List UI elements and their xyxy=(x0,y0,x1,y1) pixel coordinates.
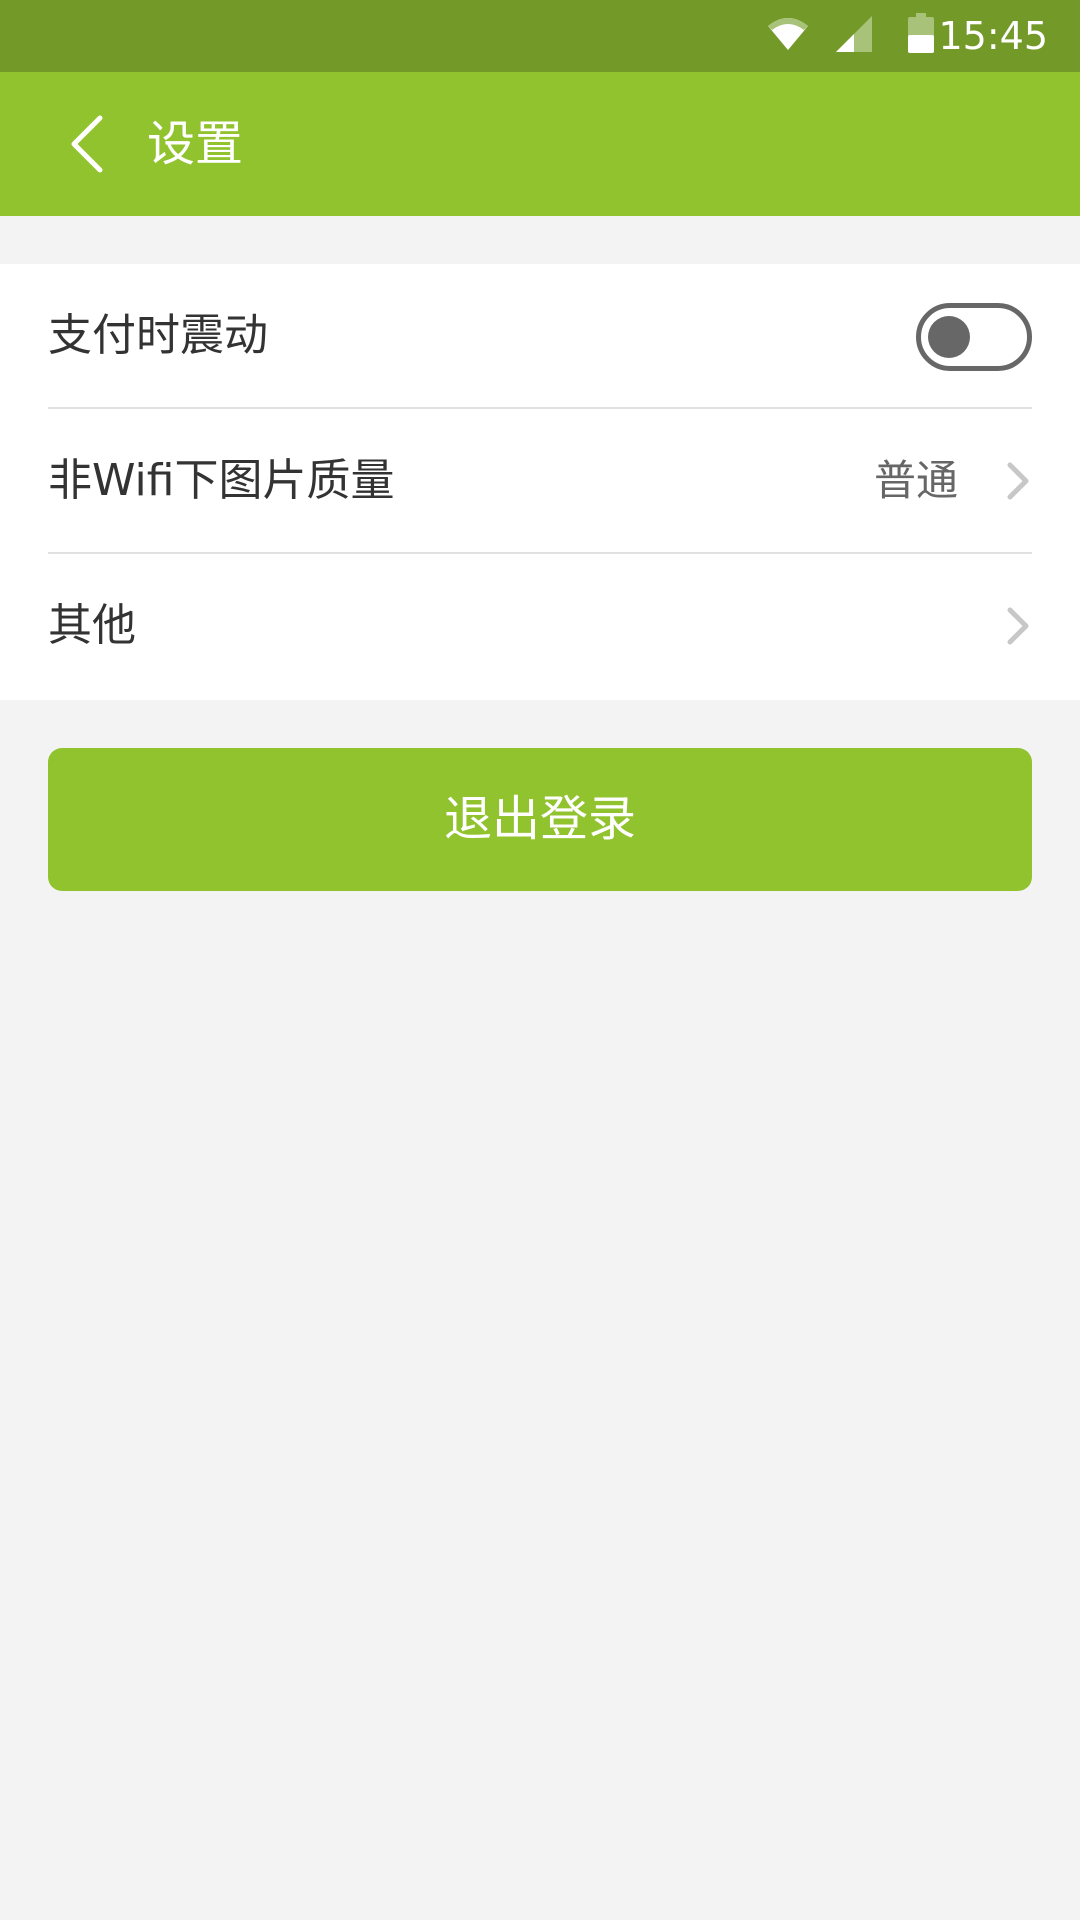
chevron-right-icon xyxy=(1007,462,1029,500)
status-bar: 15:45 xyxy=(0,0,1080,72)
setting-label: 支付时震动 xyxy=(48,310,268,361)
setting-vibrate-on-pay[interactable]: 支付时震动 xyxy=(48,264,1032,408)
setting-label: 非Wifi下图片质量 xyxy=(48,455,395,506)
app-bar: 设置 xyxy=(0,72,1080,216)
logout-button[interactable]: 退出登录 xyxy=(48,748,1032,891)
status-time: 15:45 xyxy=(938,14,1048,58)
chevron-right-icon xyxy=(1007,607,1029,645)
vibrate-toggle[interactable] xyxy=(916,303,1032,371)
wifi-icon xyxy=(768,18,808,50)
settings-list: 支付时震动 非Wifi下图片质量 普通 其他 xyxy=(0,264,1080,700)
toggle-knob xyxy=(928,316,970,358)
setting-image-quality[interactable]: 非Wifi下图片质量 普通 xyxy=(48,409,1032,553)
back-arrow-icon[interactable] xyxy=(60,114,120,174)
setting-label: 其他 xyxy=(48,600,136,651)
page-title: 设置 xyxy=(147,116,244,172)
setting-other[interactable]: 其他 xyxy=(48,554,1032,698)
battery-icon xyxy=(908,13,934,53)
cellular-signal-icon xyxy=(836,16,872,52)
setting-value: 普通 xyxy=(873,456,958,505)
